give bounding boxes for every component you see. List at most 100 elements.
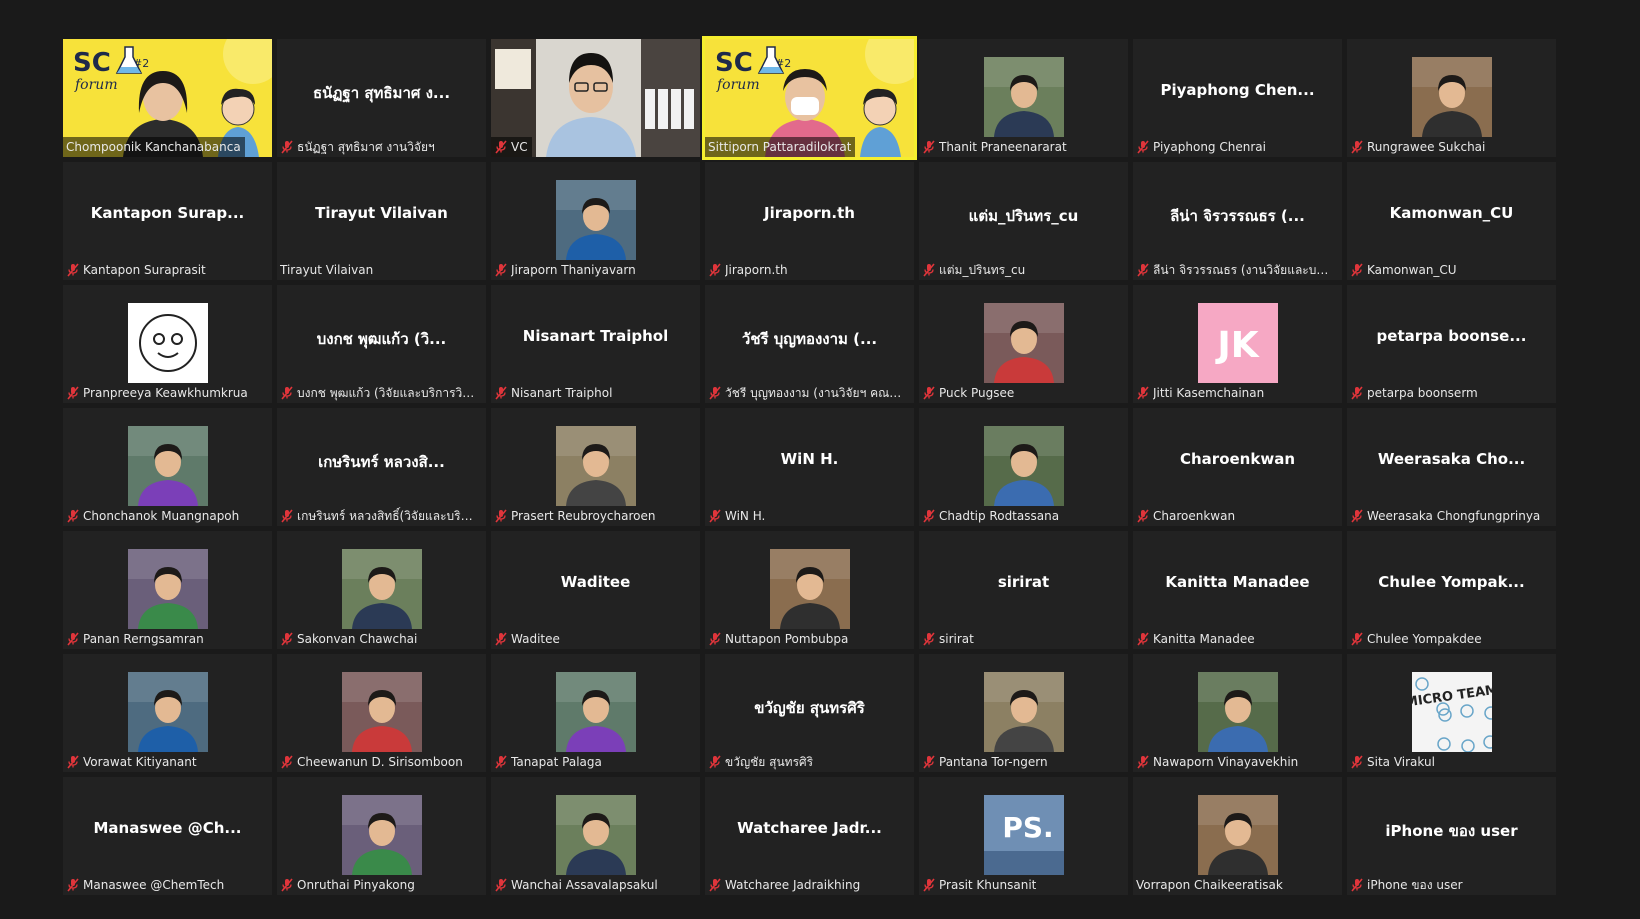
participant-name: Sita Virakul	[1367, 755, 1435, 769]
participant-tile[interactable]: Watcharee Jadr... Watcharee Jadraikhing	[705, 777, 914, 895]
participant-name: Thanit Praneenararat	[939, 140, 1067, 154]
participant-tile[interactable]: Onruthai Pinyakong	[277, 777, 486, 895]
participant-tile[interactable]: petarpa boonse... petarpa boonserm	[1347, 285, 1556, 403]
participant-tile[interactable]: Charoenkwan Charoenkwan	[1133, 408, 1342, 526]
participant-name: Cheewanun D. Sirisomboon	[297, 755, 463, 769]
participant-tile[interactable]: Vorrapon Chaikeeratisak	[1133, 777, 1342, 895]
participant-name-label: บงกช พุฒแก้ว (วิจัยและบริการวิชาก...	[277, 383, 480, 403]
muted-mic-icon	[66, 386, 80, 400]
participant-tile[interactable]: Nuttapon Pombubpa	[705, 531, 914, 649]
participant-name: Kamonwan_CU	[1367, 263, 1457, 277]
participant-tile[interactable]: บงกช พุฒแก้ว (วิ... บงกช พุฒแก้ว (วิจัยแล…	[277, 285, 486, 403]
participant-tile[interactable]: แต่ม_ปรินทร_cu แต่ม_ปรินทร_cu	[919, 162, 1128, 280]
participant-display-name: Kamonwan_CU	[1389, 204, 1514, 222]
participant-tile[interactable]: MICRO TEAM Sita Virakul	[1347, 654, 1556, 772]
participant-tile[interactable]: Kamonwan_CU Kamonwan_CU	[1347, 162, 1556, 280]
participant-name-label: Vorawat Kitiyanant	[63, 752, 201, 772]
participant-name: Panan Rerngsamran	[83, 632, 204, 646]
muted-mic-icon	[494, 140, 508, 154]
participant-tile[interactable]: เกษรินทร์ หลวงสิ... เกษรินทร์ หลวงสิทธิ์(…	[277, 408, 486, 526]
muted-mic-icon	[922, 632, 936, 646]
participant-tile[interactable]: Weerasaka Cho... Weerasaka Chongfungpriny…	[1347, 408, 1556, 526]
muted-mic-icon	[494, 632, 508, 646]
profile-picture	[128, 549, 208, 629]
participant-tile[interactable]: PS. Prasit Khunsanit	[919, 777, 1128, 895]
participant-tile[interactable]: iPhone ของ user iPhone ของ user	[1347, 777, 1556, 895]
participant-name-label: VC	[491, 137, 532, 157]
participant-name: บงกช พุฒแก้ว (วิจัยและบริการวิชาก...	[297, 385, 476, 400]
profile-picture	[984, 672, 1064, 752]
participant-tile[interactable]: วัชรี บุญทองงาม (... วัชรี บุญทองงาม (งาน…	[705, 285, 914, 403]
participant-tile[interactable]: Kantapon Surap... Kantapon Suraprasit	[63, 162, 272, 280]
participant-name-label: ขวัญชัย สุนทรศิริ	[705, 752, 817, 772]
participant-tile[interactable]: Manaswee @Ch... Manaswee @ChemTech	[63, 777, 272, 895]
participant-tile[interactable]: Jiraporn.th Jiraporn.th	[705, 162, 914, 280]
participant-tile[interactable]: Panan Rerngsamran	[63, 531, 272, 649]
muted-mic-icon	[922, 386, 936, 400]
participant-name: Waditee	[511, 632, 560, 646]
participant-tile[interactable]: Tirayut Vilaivan Tirayut Vilaivan	[277, 162, 486, 280]
participant-tile[interactable]: SC forum #2 Sittiporn Pattaradilokrat	[702, 36, 917, 160]
participant-name-label: Chadtip Rodtassana	[919, 506, 1063, 526]
participant-tile[interactable]: Rungrawee Sukchai	[1347, 39, 1556, 157]
participant-tile[interactable]: ธนัฏฐา สุทธิมาศ ง... ธนัฏฐา สุทธิมาศ งานว…	[277, 39, 486, 157]
participant-name: Jiraporn.th	[725, 263, 788, 277]
participant-display-name: Weerasaka Cho...	[1377, 450, 1526, 468]
participant-name: Kanitta Manadee	[1153, 632, 1255, 646]
participant-name: Vorrapon Chaikeeratisak	[1136, 878, 1283, 892]
participant-name-label: Prasit Khunsanit	[919, 875, 1040, 895]
profile-picture	[556, 180, 636, 260]
participant-name: Charoenkwan	[1153, 509, 1236, 523]
participant-tile[interactable]: Jiraporn Thaniyavarn	[491, 162, 700, 280]
participant-name-label: Chompoonik Kanchanabanca	[63, 137, 245, 157]
participant-display-name: Tirayut Vilaivan	[315, 204, 448, 222]
participant-name: Tanapat Palaga	[511, 755, 602, 769]
participant-tile[interactable]: JK Jitti Kasemchainan	[1133, 285, 1342, 403]
sc-logo-text: SC	[73, 48, 111, 78]
participant-tile[interactable]: Puck Pugsee	[919, 285, 1128, 403]
profile-picture: PS.	[984, 795, 1064, 875]
participant-tile[interactable]: Chadtip Rodtassana	[919, 408, 1128, 526]
muted-mic-icon	[708, 632, 722, 646]
participant-tile[interactable]: Pranpreeya Keawkhumkrua	[63, 285, 272, 403]
participant-tile[interactable]: Wanchai Assavalapsakul	[491, 777, 700, 895]
muted-mic-icon	[280, 632, 294, 646]
muted-mic-icon	[708, 878, 722, 892]
participant-tile[interactable]: sirirat sirirat	[919, 531, 1128, 649]
profile-picture	[770, 549, 850, 629]
participant-tile[interactable]: Sakonvan Chawchai	[277, 531, 486, 649]
participant-tile[interactable]: Nisanart Traiphol Nisanart Traiphol	[491, 285, 700, 403]
participant-tile[interactable]: VC	[491, 39, 700, 157]
participant-name-label: Jiraporn.th	[705, 260, 792, 280]
participant-name-label: Sakonvan Chawchai	[277, 629, 421, 649]
forum-logo-text: forum	[716, 77, 760, 93]
participant-tile[interactable]: ลีน่า จิรวรรณธร (... ลีน่า จิรวรรณธร (งาน…	[1133, 162, 1342, 280]
participant-tile[interactable]: WiN H. WiN H.	[705, 408, 914, 526]
participant-display-name: WiN H.	[780, 450, 839, 468]
participant-tile[interactable]: Prasert Reubroycharoen	[491, 408, 700, 526]
participant-tile[interactable]: SC forum #2 Chompoonik Kanchanabanca	[63, 39, 272, 157]
participant-tile[interactable]: Vorawat Kitiyanant	[63, 654, 272, 772]
participant-tile[interactable]: Pantana Tor-ngern	[919, 654, 1128, 772]
participant-name-label: Waditee	[491, 629, 564, 649]
participant-tile[interactable]: ขวัญชัย สุนทรศิริ ขวัญชัย สุนทรศิริ	[705, 654, 914, 772]
participant-name-label: Vorrapon Chaikeeratisak	[1133, 875, 1287, 895]
profile-picture	[128, 303, 208, 383]
muted-mic-icon	[1136, 263, 1150, 277]
participant-tile[interactable]: Chulee Yompak... Chulee Yompakdee	[1347, 531, 1556, 649]
participant-tile[interactable]: Waditee Waditee	[491, 531, 700, 649]
participant-name: Prasert Reubroycharoen	[511, 509, 656, 523]
participant-tile[interactable]: Thanit Praneenararat	[919, 39, 1128, 157]
participant-name-label: เกษรินทร์ หลวงสิทธิ์(วิจัยและบริการ...	[277, 506, 480, 526]
muted-mic-icon	[66, 755, 80, 769]
participant-tile[interactable]: Cheewanun D. Sirisomboon	[277, 654, 486, 772]
participant-name-label: Nawaporn Vinayavekhin	[1133, 752, 1302, 772]
participant-display-name: Jiraporn.th	[764, 204, 855, 222]
participant-tile[interactable]: Chonchanok Muangnapoh	[63, 408, 272, 526]
participant-name: Puck Pugsee	[939, 386, 1015, 400]
participant-tile[interactable]: Tanapat Palaga	[491, 654, 700, 772]
participant-name-label: Wanchai Assavalapsakul	[491, 875, 662, 895]
participant-tile[interactable]: Kanitta Manadee Kanitta Manadee	[1133, 531, 1342, 649]
participant-tile[interactable]: Piyaphong Chen... Piyaphong Chenrai	[1133, 39, 1342, 157]
participant-tile[interactable]: Nawaporn Vinayavekhin	[1133, 654, 1342, 772]
